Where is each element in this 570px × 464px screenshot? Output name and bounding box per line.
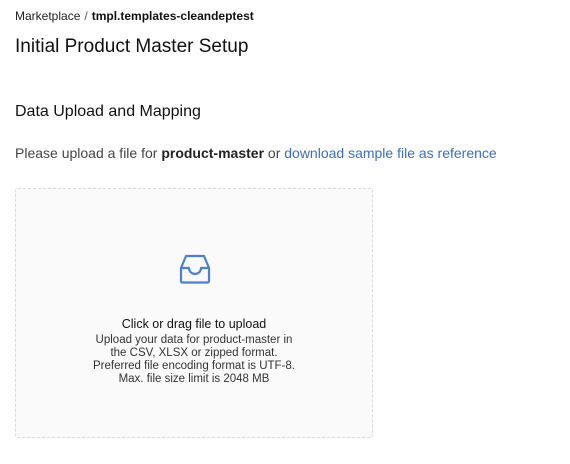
dropzone-hint-line: the CSV, XLSX or zipped format. [110,347,278,359]
dropzone-hint-line: Max. file size limit is 2048 MB [118,373,270,385]
download-sample-link[interactable]: download sample file as reference [284,145,496,161]
inbox-icon [177,251,213,287]
upload-instruction: Please upload a file for product-master … [15,144,497,162]
instruction-prefix: Please upload a file for [15,145,158,161]
dropzone-title: Click or drag file to upload [121,317,267,331]
breadcrumb-separator: / [84,9,88,23]
entity-name: product-master [161,145,265,161]
page: Marketplace / tmpl.templates-cleandeptest … [0,0,570,464]
instruction-connector: or [267,145,281,161]
section-title: Data Upload and Mapping [15,103,201,120]
breadcrumb-root-link[interactable]: Marketplace [15,9,80,23]
breadcrumb-current: tmpl.templates-cleandeptest [91,9,254,23]
dropzone-hint-line: Preferred file encoding format is UTF-8. [93,360,295,372]
dropzone-hint-line: Upload your data for product-master in [95,334,293,346]
dropzone-hints: Upload your data for product-master in t… [16,334,372,386]
breadcrumb: Marketplace / tmpl.templates-cleandeptest [15,9,254,23]
page-title: Initial Product Master Setup [15,36,249,57]
file-upload-dropzone[interactable]: Click or drag file to upload Upload your… [15,188,373,438]
